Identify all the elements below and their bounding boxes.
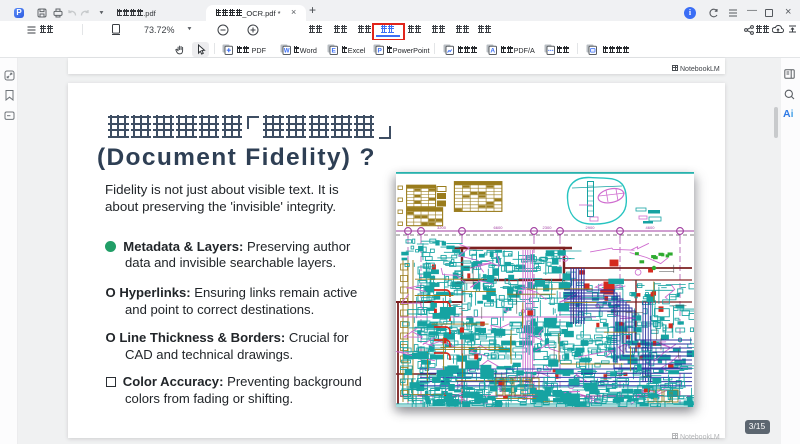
svg-text:3200: 3200: [437, 225, 447, 230]
svg-text:W: W: [283, 48, 289, 54]
svg-text:E: E: [331, 47, 336, 54]
svg-text:2900: 2900: [586, 225, 596, 230]
svg-text:4600: 4600: [646, 225, 656, 230]
svg-text:P: P: [377, 47, 382, 54]
svg-text:A: A: [490, 47, 495, 54]
svg-text:2300: 2300: [543, 225, 553, 230]
svg-text:6600: 6600: [494, 225, 504, 230]
